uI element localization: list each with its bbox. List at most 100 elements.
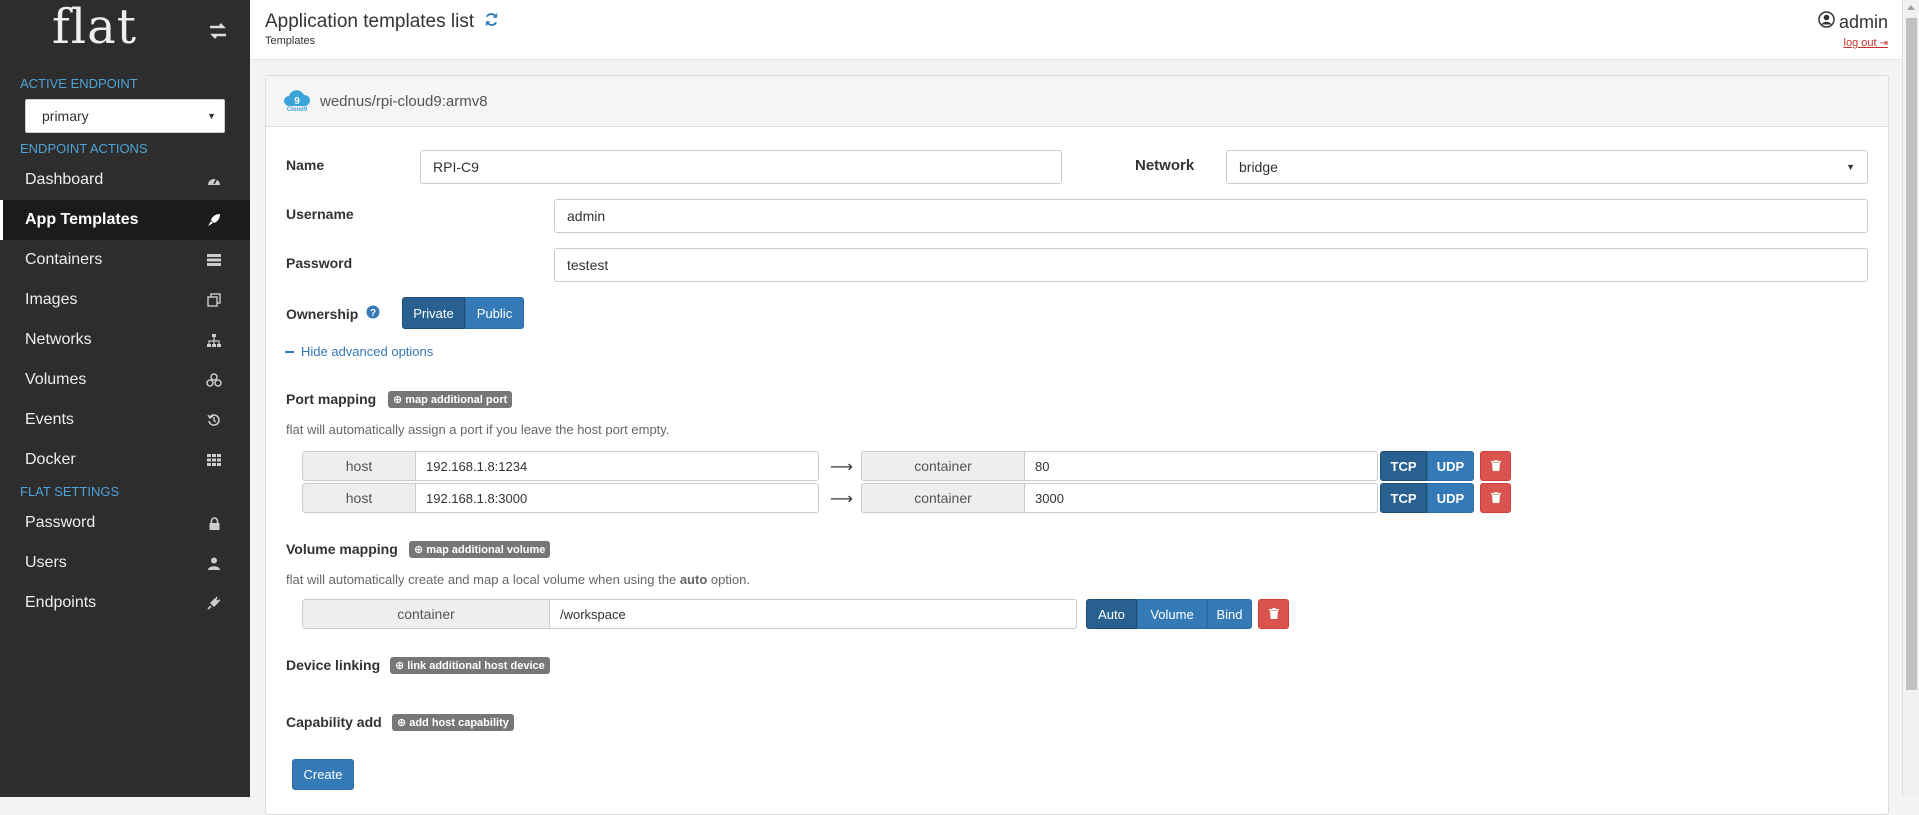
volume-volume-button[interactable]: Volume <box>1137 599 1207 629</box>
sidebar-header: flat <box>0 0 250 62</box>
trash-icon <box>1268 607 1279 622</box>
password-input[interactable]: testest <box>554 248 1868 282</box>
port-mapping-help: flat will automatically assign a port if… <box>286 422 670 437</box>
sidebar-item-docker[interactable]: Docker <box>0 440 250 480</box>
page-title: Application templates list <box>265 11 475 32</box>
port-host-input[interactable]: 192.168.1.8:3000 <box>415 483 819 513</box>
sidebar-item-users[interactable]: Users <box>0 543 250 583</box>
trash-icon <box>1490 459 1501 474</box>
user-area: admin log out ⇥ <box>1818 11 1888 49</box>
sidebar-item-events[interactable]: Events <box>0 400 250 440</box>
map-additional-volume-button[interactable]: ⊕ map additional volume <box>409 541 551 558</box>
port-container-value: 80 <box>1035 458 1050 474</box>
refresh-icon[interactable] <box>484 11 499 33</box>
network-select[interactable]: bridge ▼ <box>1226 150 1868 184</box>
trash-icon <box>1490 491 1501 506</box>
port-tcp-button[interactable]: TCP <box>1380 483 1427 513</box>
network-label: Network <box>1135 157 1195 174</box>
add-host-capability-button[interactable]: ⊕ add host capability <box>392 714 514 731</box>
port-container-input[interactable]: 3000 <box>1024 483 1378 513</box>
endpoint-select[interactable]: primary ▼ <box>25 99 225 133</box>
svg-text:9: 9 <box>294 96 300 107</box>
sidebar-item-networks[interactable]: Networks <box>0 320 250 360</box>
port-container-label: container <box>861 451 1025 481</box>
scroll-up-icon[interactable] <box>1907 5 1915 10</box>
sitemap-icon <box>206 332 222 348</box>
minus-icon <box>285 350 294 353</box>
app-logo[interactable]: flat <box>52 3 137 51</box>
user-name: admin <box>1838 11 1888 32</box>
page-scrollbar[interactable] <box>1902 0 1919 797</box>
svg-text:?: ? <box>370 308 376 319</box>
endpoint-select-value: primary <box>42 108 89 124</box>
port-host-label: host <box>302 483 416 513</box>
port-tcp-button[interactable]: TCP <box>1380 451 1427 481</box>
port-container-input[interactable]: 80 <box>1024 451 1378 481</box>
sidebar-item-volumes[interactable]: Volumes <box>0 360 250 400</box>
sidebar-item-label: Containers <box>25 251 103 268</box>
volume-container-input[interactable]: /workspace <box>549 599 1077 629</box>
create-button[interactable]: Create <box>292 759 354 790</box>
sign-out-icon: ⇥ <box>1879 38 1888 49</box>
sidebar-item-password[interactable]: Password <box>0 503 250 543</box>
scroll-thumb[interactable] <box>1906 18 1917 690</box>
breadcrumb: Templates <box>265 35 316 47</box>
remove-port-button[interactable] <box>1480 451 1511 481</box>
port-udp-button[interactable]: UDP <box>1427 451 1474 481</box>
template-name: wednus/rpi-cloud9:armv8 <box>320 92 488 110</box>
name-label: Name <box>286 157 325 173</box>
password-input-value: testest <box>567 257 609 273</box>
advanced-toggle[interactable]: Hide advanced options <box>285 344 433 359</box>
name-input[interactable]: RPI-C9 <box>420 150 1062 184</box>
arrow-right-icon: ⟶ <box>830 491 853 508</box>
ownership-label: Ownership <box>286 305 359 322</box>
remove-port-button[interactable] <box>1480 483 1511 513</box>
cubes-icon <box>206 372 222 388</box>
port-mapping-label: Port mapping <box>286 391 377 407</box>
sidebar-item-label: Users <box>25 554 67 571</box>
link-additional-device-button[interactable]: ⊕ link additional host device <box>390 657 550 674</box>
grid-icon <box>206 452 222 468</box>
plus-circle-icon: ⊕ <box>395 660 405 672</box>
ownership-row: Ownership ? <box>286 305 380 322</box>
map-additional-port-button[interactable]: ⊕ map additional port <box>388 391 513 408</box>
username-input[interactable]: admin <box>554 199 1868 233</box>
network-select-value: bridge <box>1239 159 1278 175</box>
sidebar-item-images[interactable]: Images <box>0 280 250 320</box>
device-linking-label: Device linking <box>286 657 381 673</box>
toggle-sidebar-icon[interactable] <box>208 21 228 41</box>
sidebar-item-label: Dashboard <box>25 171 104 188</box>
user-menu[interactable]: admin <box>1818 11 1888 33</box>
question-circle-icon[interactable]: ? <box>366 305 380 322</box>
logout-link[interactable]: log out ⇥ <box>1818 37 1888 49</box>
rocket-icon <box>206 212 222 228</box>
sidebar-item-label: Password <box>25 514 96 531</box>
caret-down-icon: ▼ <box>1846 162 1855 172</box>
link-additional-device-label: link additional host device <box>407 659 545 672</box>
sidebar-item-label: Networks <box>25 331 92 348</box>
volume-container-value: /workspace <box>560 606 626 622</box>
volume-auto-button[interactable]: Auto <box>1086 599 1137 629</box>
user-icon <box>206 555 222 571</box>
volume-mapping-label: Volume mapping <box>286 541 398 557</box>
active-endpoint-title: ACTIVE ENDPOINT <box>20 76 138 91</box>
ownership-public-button[interactable]: Public <box>465 297 524 329</box>
arrow-right-icon: ⟶ <box>830 459 853 476</box>
sidebar-item-containers[interactable]: Containers <box>0 240 250 280</box>
cloud9-logo-text: Cloud9 <box>286 107 308 113</box>
name-input-value: RPI-C9 <box>433 159 479 175</box>
ownership-private-button[interactable]: Private <box>402 297 465 329</box>
sidebar: flat ACTIVE ENDPOINT primary ▼ ENDPOINT … <box>0 0 250 797</box>
sidebar-item-dashboard[interactable]: Dashboard <box>0 160 250 200</box>
port-host-input[interactable]: 192.168.1.8:1234 <box>415 451 819 481</box>
capability-add-label: Capability add <box>286 714 382 730</box>
sidebar-item-app-templates[interactable]: App Templates <box>0 200 250 240</box>
volume-bind-button[interactable]: Bind <box>1207 599 1252 629</box>
port-udp-button[interactable]: UDP <box>1427 483 1474 513</box>
sidebar-item-label: Endpoints <box>25 594 97 611</box>
volume-help-text-end: option. <box>710 572 750 587</box>
port-container-label: container <box>861 483 1025 513</box>
sidebar-item-endpoints[interactable]: Endpoints <box>0 583 250 623</box>
template-panel: 9 Cloud9 wednus/rpi-cloud9:armv8 Name RP… <box>265 75 1889 815</box>
remove-volume-button[interactable] <box>1258 599 1289 629</box>
